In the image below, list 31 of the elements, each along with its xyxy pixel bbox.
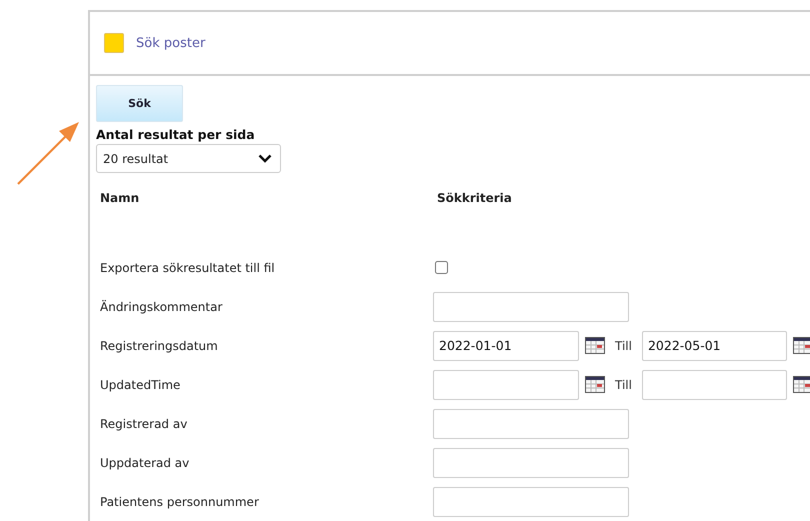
input-field[interactable] xyxy=(433,292,629,322)
calendar-icon[interactable] xyxy=(585,376,605,393)
input-field[interactable] xyxy=(433,486,629,516)
field-label: Registrerad av xyxy=(99,416,188,430)
search-button[interactable]: Sök xyxy=(96,85,183,122)
square-icon xyxy=(104,33,124,53)
field-label: Patientens personnummer xyxy=(99,494,260,508)
field-label: Exportera sökresultatet till fil xyxy=(99,260,276,274)
field-label: Uppdaterad av xyxy=(99,456,190,470)
field-label: Ändringskommentar xyxy=(99,300,224,314)
page-size-label: Antal resultat per sida xyxy=(96,127,256,142)
date-field[interactable] xyxy=(642,370,787,400)
field-label: Registreringsdatum xyxy=(99,338,219,352)
input-field[interactable] xyxy=(433,448,629,478)
page-title: Sök poster xyxy=(136,36,206,50)
field-label: UpdatedTime xyxy=(99,378,182,392)
column-header: Sökkriteria xyxy=(436,191,513,205)
till-label: Till xyxy=(615,378,632,392)
date-field[interactable]: 2022-01-01 xyxy=(433,330,579,360)
calendar-icon[interactable] xyxy=(585,337,605,354)
calendar-icon[interactable] xyxy=(792,376,810,393)
date-field[interactable] xyxy=(433,370,579,400)
column-header: Namn xyxy=(99,191,140,205)
page-size-select[interactable]: 20 resultat xyxy=(96,144,281,173)
checkbox[interactable] xyxy=(435,261,448,274)
calendar-icon[interactable] xyxy=(792,337,810,354)
till-label: Till xyxy=(615,338,632,352)
date-field[interactable]: 2022-05-01 xyxy=(642,330,787,360)
chevron-down-icon xyxy=(258,154,272,163)
arrow-icon xyxy=(15,119,81,187)
input-field[interactable] xyxy=(433,408,629,438)
